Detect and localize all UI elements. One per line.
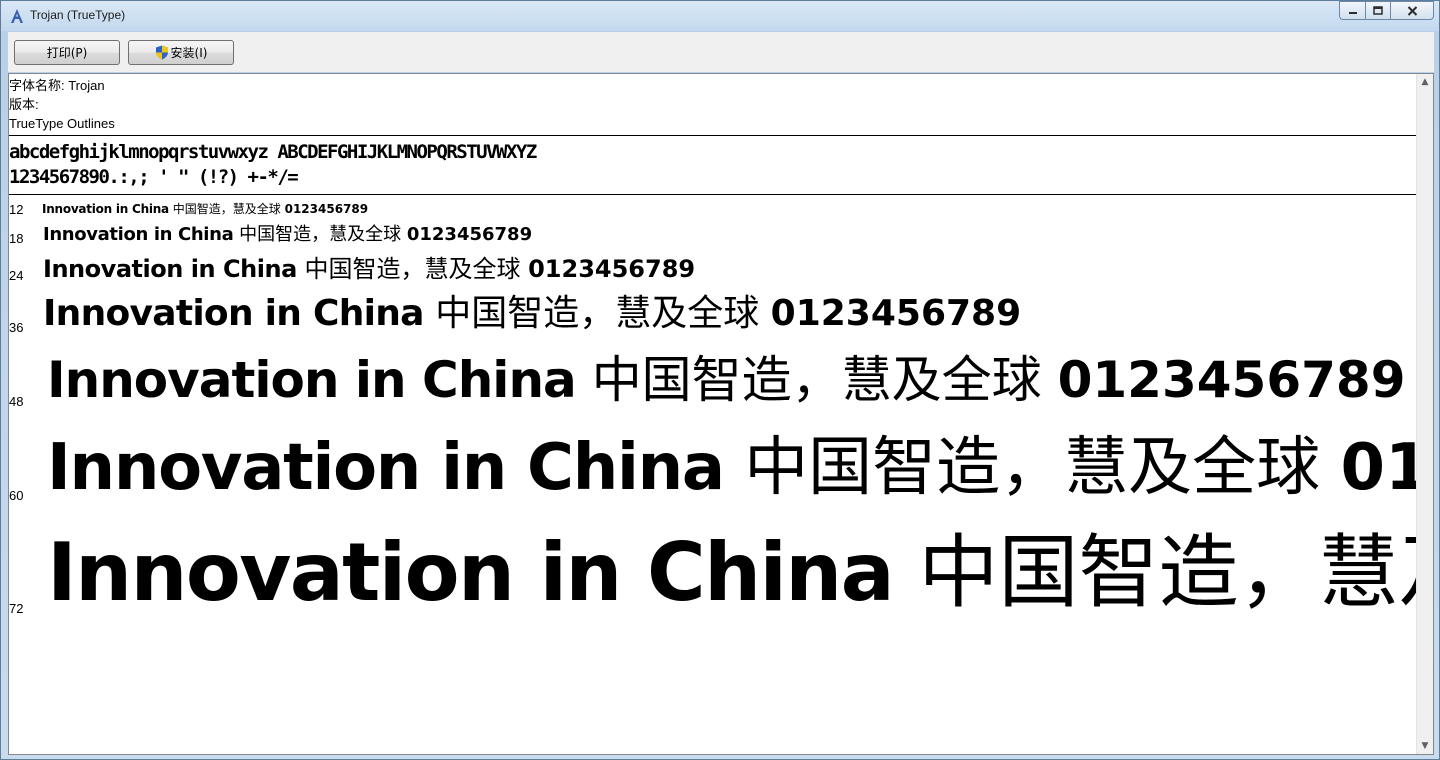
minimize-icon [1348,11,1357,14]
sample-row-60: 60 Innovation in China 中国智造，慧及全球 0123456… [9,422,1419,504]
sample-digits: 0123456789 [1057,351,1406,409]
print-button[interactable]: 打印(P) [14,40,120,65]
install-button[interactable]: 安装(I) [128,40,234,65]
font-info: 字体名称: Trojan 版本: TrueType Outlines [9,76,115,133]
sample-text: Innovation in China 中国智造，慧及全球 0123456789 [43,286,1021,336]
sample-text: Innovation in China 中国智造，慧及全球 0123456789 [47,514,1419,616]
shield-icon [155,45,168,60]
divider [9,194,1419,195]
sample-cjk: 中国智造，慧及全球 [304,255,521,283]
sample-text: Innovation in China 中国智造，慧及全球 0123456789 [47,422,1419,504]
sample-digits: 0123456789 [528,255,696,283]
sample-cjk: 中国智造，慧及全球 [435,293,760,334]
sample-digits: 0123456789 [770,293,1022,334]
sample-digits: 0123456789 [284,202,369,216]
sample-text: Innovation in China 中国智造，慧及全球 0123456789 [42,200,368,217]
close-icon [1407,5,1417,16]
install-label: 安装(I) [170,46,208,60]
sample-row-36: 36 Innovation in China 中国智造，慧及全球 0123456… [9,286,1419,336]
minimize-button[interactable] [1339,1,1365,20]
size-label: 72 [9,601,24,616]
sample-row-72: 72 Innovation in China 中国智造，慧及全球 0123456… [9,514,1419,616]
size-label: 48 [9,394,24,409]
sample-row-12: 12 Innovation in China 中国智造，慧及全球 0123456… [9,200,1419,218]
sample-text: Innovation in China 中国智造，慧及全球 0123456789 [43,220,532,246]
size-label: 24 [9,268,24,283]
size-label: 18 [9,231,24,246]
size-label: 36 [9,320,24,335]
sample-cjk: 中国智造，慧及全球 [172,202,281,216]
scroll-down-icon[interactable]: ▼ [1417,738,1433,754]
font-outline-type: TrueType Outlines [9,116,115,131]
maximize-button[interactable] [1365,1,1390,20]
size-label: 12 [9,202,24,217]
sample-cjk: 中国智造，慧及全球 [744,431,1321,504]
sample-latin: Innovation in China [43,255,297,283]
maximize-icon [1373,6,1383,15]
sample-latin: Innovation in China [47,351,577,409]
sample-row-18: 18 Innovation in China 中国智造，慧及全球 0123456… [9,220,1419,247]
divider [9,135,1419,136]
sample-cjk: 中国智造，慧及全球 [918,526,1419,616]
sample-latin: Innovation in China [47,431,725,504]
font-icon [11,9,23,23]
sample-digits: 0123456789 [406,224,533,245]
toolbar: 打印(P) 安装(I) [8,32,1434,72]
title-bar[interactable]: Trojan (TrueType) [1,1,1439,31]
font-name: 字体名称: Trojan [9,78,105,93]
sample-latin: Innovation in China [47,526,895,616]
sample-cjk: 中国智造，慧及全球 [239,224,402,245]
sample-latin: Innovation in China [42,202,169,216]
sample-latin: Innovation in China [43,293,424,334]
font-preview-pane[interactable]: 字体名称: Trojan 版本: TrueType Outlines abcde… [8,73,1434,755]
scroll-up-icon[interactable]: ▲ [1417,74,1433,90]
sample-latin: Innovation in China [43,224,234,245]
sample-cjk: 中国智造，慧及全球 [591,351,1042,409]
sample-row-24: 24 Innovation in China 中国智造，慧及全球 0123456… [9,250,1419,284]
sample-text: Innovation in China 中国智造，慧及全球 0123456789 [43,250,695,284]
charset-line-1: abcdefghijklmnopqrstuvwxyz ABCDEFGHIJKLM… [9,141,537,163]
font-viewer-window: Trojan (TrueType) 打印(P) 安装(I) 字体名称: Troj… [0,0,1440,760]
size-label: 60 [9,488,24,503]
charset-line-2: 1234567890.:,; ' " (!?) +-*/= [9,166,299,188]
sample-digits: 0123456789 [1340,431,1419,504]
window-title: Trojan (TrueType) [30,8,126,22]
font-version: 版本: [9,97,39,112]
sample-row-48: 48 Innovation in China 中国智造，慧及全球 0123456… [9,346,1419,410]
caption-buttons [1339,1,1434,21]
vertical-scrollbar[interactable]: ▲ ▼ [1416,74,1433,754]
close-button[interactable] [1390,1,1434,20]
sample-text: Innovation in China 中国智造，慧及全球 0123456789 [47,346,1406,410]
